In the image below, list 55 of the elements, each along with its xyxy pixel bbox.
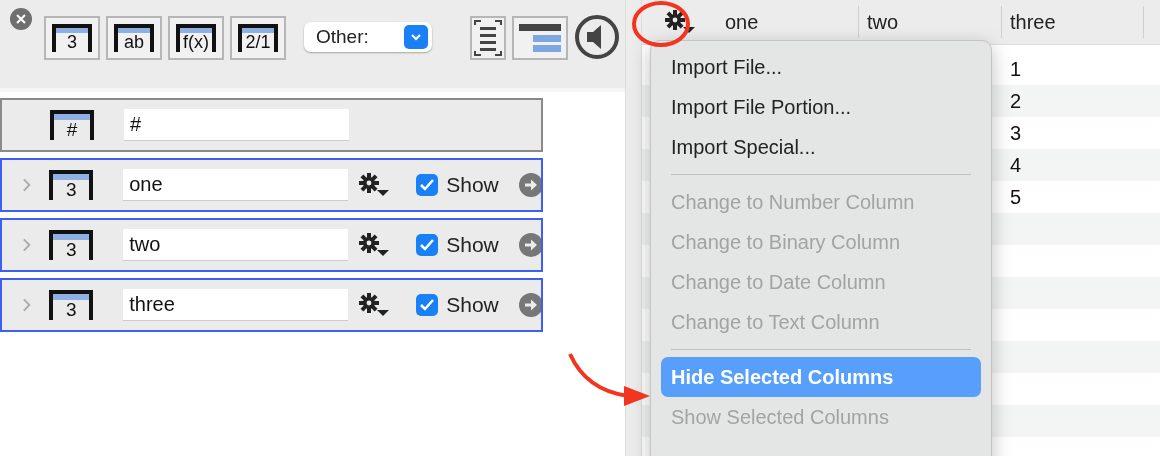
column-type-button[interactable]: 3 — [44, 16, 100, 60]
layout-button[interactable] — [512, 16, 568, 60]
column-name-field[interactable]: one — [123, 169, 349, 201]
column-header[interactable]: three — [1002, 6, 1144, 38]
show-label: Show — [446, 293, 499, 317]
column-header[interactable]: two — [859, 6, 1002, 38]
table-cell-text: 1 — [1009, 56, 1023, 82]
chevron-right-icon[interactable] — [22, 237, 32, 253]
column-header[interactable]: one — [717, 6, 859, 38]
column-name-field[interactable]: two — [123, 229, 349, 261]
table-cell-text: 2 — [1009, 88, 1023, 114]
show-label: Show — [446, 233, 499, 257]
column-type-button[interactable]: ab — [106, 16, 162, 60]
close-icon — [16, 14, 26, 24]
column-row[interactable]: # # — [0, 98, 543, 152]
speaker-button[interactable] — [574, 14, 620, 60]
column-row[interactable]: 3 two Show — [0, 218, 543, 272]
show-checkbox[interactable] — [416, 234, 439, 256]
rows-icon — [474, 20, 502, 56]
menu-item[interactable]: Import File... — [661, 47, 981, 87]
column-type-icon: 3 — [49, 170, 94, 200]
checkmark-icon — [420, 239, 435, 251]
column-type-button[interactable]: 2/1 — [230, 16, 286, 60]
gear-menu-icon[interactable] — [358, 172, 391, 198]
column-row[interactable]: 3 one Show — [0, 158, 543, 212]
menu-item[interactable]: Import File Portion... — [661, 87, 981, 127]
show-checkbox[interactable] — [416, 294, 439, 316]
table-cell-text: 5 — [1009, 184, 1023, 210]
checkmark-icon — [420, 299, 435, 311]
column-name-field[interactable]: # — [124, 109, 349, 141]
chevron-down-icon — [404, 25, 428, 49]
column-row[interactable]: 3 three Show — [0, 278, 543, 332]
column-type-icon: # — [50, 110, 94, 140]
column-type-button[interactable]: f(x) — [168, 16, 224, 60]
show-checkbox[interactable] — [416, 174, 439, 196]
gear-menu-icon[interactable] — [663, 9, 696, 35]
pane-splitter[interactable] — [625, 0, 642, 456]
table-cell-text: 3 — [1009, 120, 1023, 146]
other-select[interactable]: Other: — [304, 22, 432, 52]
chevron-right-icon[interactable] — [22, 297, 32, 313]
column-type-icon: 3 — [49, 230, 94, 260]
highlight-circle — [630, 0, 692, 50]
menu-item[interactable]: Import Special... — [661, 127, 981, 167]
show-label: Show — [446, 173, 499, 197]
speaker-icon — [574, 14, 620, 60]
layout-icon — [519, 23, 561, 53]
close-button[interactable] — [10, 8, 32, 30]
column-name-field[interactable]: three — [123, 289, 349, 321]
table-cell-text: 4 — [1009, 152, 1023, 178]
gear-menu-icon[interactable] — [358, 232, 391, 258]
column-type-icon: 3 — [49, 290, 94, 320]
gear-menu-icon[interactable] — [358, 292, 391, 318]
chevron-right-icon[interactable] — [22, 177, 32, 193]
rows-button[interactable] — [470, 16, 506, 60]
checkmark-icon — [420, 179, 435, 191]
